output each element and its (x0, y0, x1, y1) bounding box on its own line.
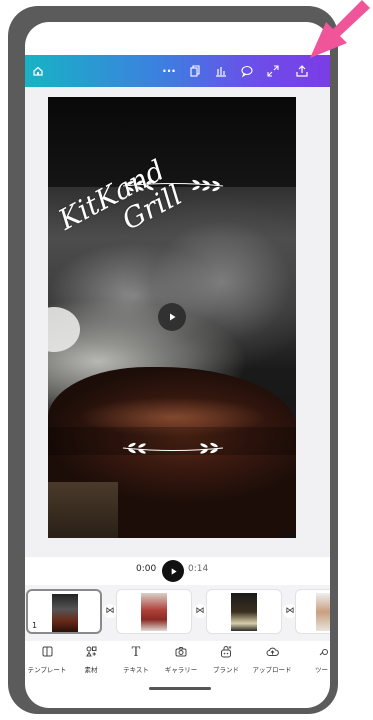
camera-icon (156, 645, 206, 661)
cutting-board (48, 482, 118, 538)
nav-label: テンプレート (27, 666, 67, 674)
home-icon[interactable] (27, 55, 49, 87)
brand-icon (201, 645, 251, 661)
plate-image (48, 307, 80, 352)
nav-text[interactable]: T テキスト (111, 645, 161, 679)
nav-label: 素材 (84, 666, 98, 674)
nav-brand[interactable]: ブランド (201, 645, 251, 679)
current-time: 0:00 (136, 564, 157, 574)
nav-label: ギャラリー (164, 666, 198, 674)
nav-gallery[interactable]: ギャラリー (156, 645, 206, 679)
clip-number: 1 (32, 621, 38, 630)
nav-label: テキスト (123, 666, 149, 674)
nav-label: ブランド (213, 666, 239, 674)
clip-thumbnail (141, 593, 167, 631)
text-icon: T (131, 645, 141, 660)
editor-toolbar: ··· (25, 55, 330, 87)
more-icon[interactable]: ··· (158, 55, 180, 87)
nav-templates[interactable]: テンプレート (25, 645, 72, 679)
tools-icon (299, 645, 330, 661)
design-canvas-area: KitKand Grill (25, 87, 330, 557)
home-indicator (149, 687, 211, 690)
pointer-arrow-icon (310, 0, 370, 58)
timeline-clip-3[interactable] (206, 589, 282, 634)
phone-screen: ··· KitKand Grill 0:00 0:14 1 ⋈ ⋈ ⋈ テンプレ… (25, 22, 330, 708)
clip-thumbnail (52, 594, 78, 632)
play-button[interactable] (162, 560, 184, 582)
chart-icon[interactable] (210, 55, 232, 87)
timeline-clip-2[interactable] (116, 589, 192, 634)
phone-frame: ··· KitKand Grill 0:00 0:14 1 ⋈ ⋈ ⋈ テンプレ… (8, 6, 338, 714)
laurel-bottom-ornament (122, 442, 224, 454)
timeline-clip-1[interactable]: 1 (26, 589, 102, 634)
transition-icon[interactable]: ⋈ (193, 604, 207, 618)
duplicate-icon[interactable] (184, 55, 206, 87)
transition-icon[interactable]: ⋈ (103, 604, 117, 618)
clip-thumbnail (231, 593, 257, 631)
playback-controls: 0:00 0:14 (25, 557, 330, 585)
clip-thumbnail (316, 593, 330, 631)
total-time: 0:14 (188, 564, 209, 574)
upload-cloud-icon (247, 645, 297, 661)
video-play-icon[interactable] (158, 303, 186, 331)
timeline-strip: 1 ⋈ 2 ⋈ 3 ⋈ 4 (25, 585, 330, 641)
nav-elements[interactable]: 素材 (66, 645, 116, 679)
expand-icon[interactable] (262, 55, 284, 87)
video-design-page[interactable]: KitKand Grill (48, 97, 296, 538)
bottom-nav: テンプレート 素材 T テキスト ギャラリー ブランド アップロード ツー (25, 641, 330, 681)
stage: ··· KitKand Grill 0:00 0:14 1 ⋈ ⋈ ⋈ テンプレ… (0, 0, 373, 720)
play-icon (171, 567, 177, 575)
nav-upload[interactable]: アップロード (247, 645, 297, 679)
template-icon (25, 645, 72, 661)
timeline-clip-4[interactable] (295, 589, 330, 634)
elements-icon (66, 645, 116, 661)
nav-label: ツー (315, 666, 328, 674)
nav-tools[interactable]: ツー (299, 645, 330, 679)
comment-icon[interactable] (236, 55, 258, 87)
nav-label: アップロード (252, 666, 292, 674)
